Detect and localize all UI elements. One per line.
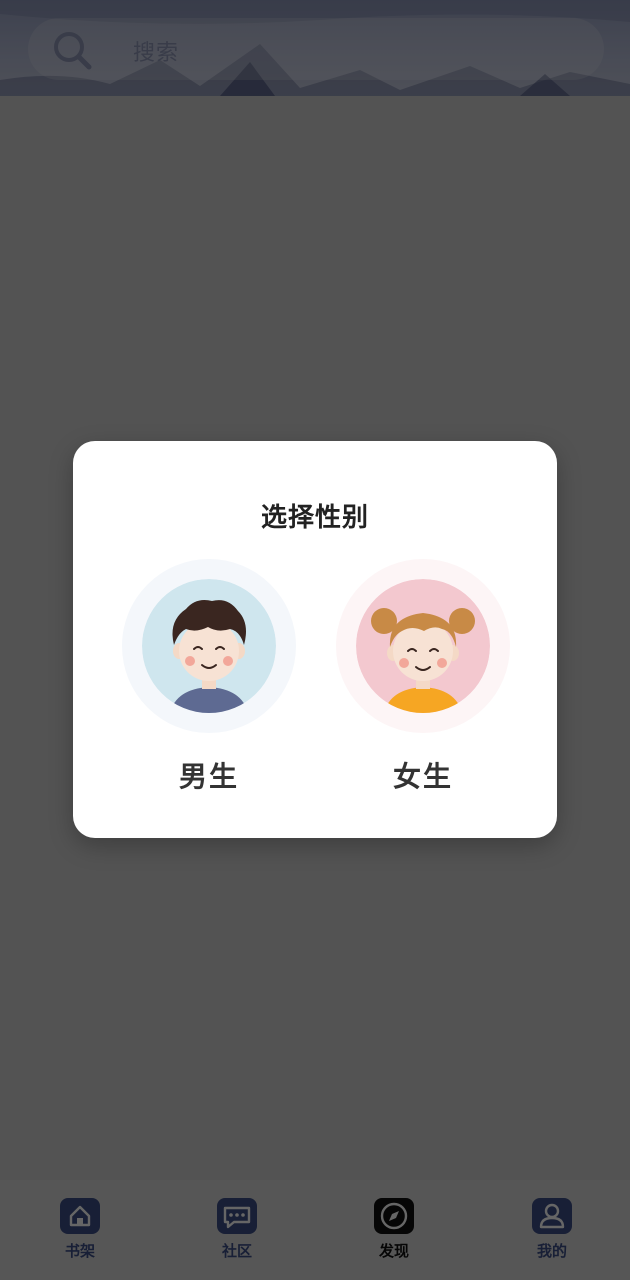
female-avatar-ring bbox=[336, 559, 510, 733]
male-label: 男生 bbox=[178, 760, 239, 793]
male-option[interactable]: 男生 bbox=[121, 559, 297, 799]
boy-avatar-icon bbox=[142, 579, 276, 713]
male-avatar-ring bbox=[122, 559, 296, 733]
female-option[interactable]: 女生 bbox=[335, 559, 511, 799]
girl-avatar-icon bbox=[356, 579, 490, 713]
female-label: 女生 bbox=[392, 760, 453, 793]
gender-select-dialog: 选择性别 男生 女生 bbox=[73, 441, 557, 838]
dialog-title: 选择性别 bbox=[260, 503, 369, 533]
